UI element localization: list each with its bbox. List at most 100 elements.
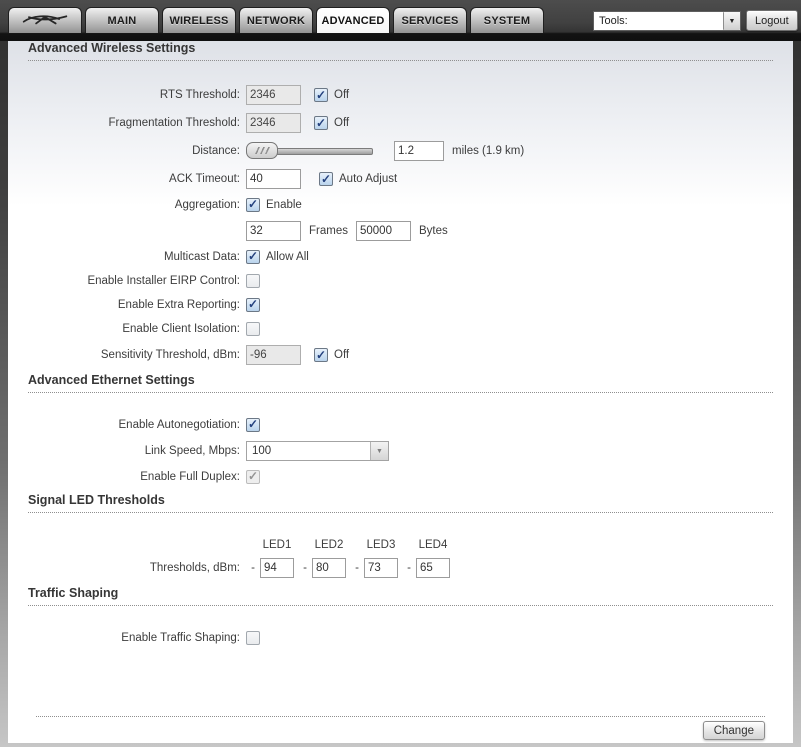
link-speed-value: 100	[252, 445, 272, 457]
distance-input[interactable]	[394, 141, 444, 161]
led3-group: -	[350, 558, 398, 578]
installer-eirp-row: Enable Installer EIRP Control:	[28, 273, 773, 288]
led2-group: -	[298, 558, 346, 578]
section-title-advanced-wireless: Advanced Wireless Settings	[28, 41, 773, 61]
aggregation-bytes-input[interactable]	[355, 221, 411, 241]
led1-group: -	[246, 558, 294, 578]
distance-slider-handle[interactable]	[246, 142, 278, 159]
autonegotiation-label: Enable Autonegotiation:	[118, 418, 241, 431]
sensitivity-threshold-input	[246, 345, 301, 365]
full-duplex-row: Enable Full Duplex:	[28, 469, 773, 484]
tab-services[interactable]: SERVICES	[393, 7, 467, 33]
extra-reporting-checkbox[interactable]	[246, 297, 260, 312]
tab-logo[interactable]	[8, 7, 82, 33]
aggregation-row: Aggregation: Enable	[28, 197, 773, 212]
tools-select-value: Tools:	[599, 15, 628, 27]
traffic-shaping-row: Enable Traffic Shaping:	[28, 630, 773, 645]
led-thresholds-label: Thresholds, dBm:	[149, 562, 240, 574]
change-button[interactable]: Change	[702, 721, 765, 740]
aggregation-frames-input[interactable]	[246, 221, 301, 241]
fragmentation-threshold-row: Fragmentation Threshold: Off	[28, 113, 773, 133]
led-thresholds-row: Thresholds, dBm: - - - -	[28, 558, 773, 578]
slider-grip-icon	[254, 147, 270, 154]
chevron-down-icon[interactable]: ▼	[723, 12, 740, 30]
aggregation-enable-checkbox[interactable]	[246, 197, 260, 212]
multicast-allow-all-checkbox[interactable]	[246, 249, 260, 264]
distance-slider[interactable]	[246, 142, 373, 160]
distance-label: Distance:	[192, 145, 240, 157]
traffic-shaping-form: Enable Traffic Shaping:	[28, 630, 773, 645]
tab-advanced[interactable]: ADVANCED	[316, 7, 390, 33]
full-duplex-checkbox	[246, 469, 260, 484]
aggregation-frames-row: Frames Bytes	[28, 221, 773, 241]
chevron-down-icon[interactable]: ▼	[370, 442, 388, 460]
led3-threshold-input[interactable]	[364, 558, 398, 578]
ubiquiti-logo-icon	[20, 11, 70, 30]
top-navigation-bar: MAIN WIRELESS NETWORK ADVANCED SERVICES …	[0, 0, 801, 41]
distance-unit-label: miles (1.9 km)	[452, 145, 525, 157]
aggregation-bytes-label: Bytes	[418, 225, 448, 237]
tab-system[interactable]: SYSTEM	[470, 7, 544, 33]
tools-select[interactable]: Tools: ▼	[593, 11, 741, 31]
ack-timeout-row: ACK Timeout: Auto Adjust	[28, 169, 773, 189]
distance-row: Distance: miles (1.9 km)	[28, 141, 773, 161]
rts-threshold-label: RTS Threshold:	[159, 89, 240, 101]
led-column-headers: LED1 LED2 LED3 LED4	[246, 539, 773, 551]
rts-off-checkbox[interactable]	[314, 88, 328, 102]
sensitivity-threshold-label: Sensitivity Threshold, dBm:	[100, 349, 240, 361]
led2-column-label: LED2	[314, 539, 344, 551]
sensitivity-off-checkbox[interactable]	[314, 348, 328, 362]
ack-timeout-label: ACK Timeout:	[169, 173, 240, 185]
led1-column-label: LED1	[262, 539, 292, 551]
led3-column-label: LED3	[366, 539, 396, 551]
traffic-shaping-checkbox[interactable]	[246, 630, 260, 645]
led4-column-label: LED4	[418, 539, 448, 551]
tab-wireless[interactable]: WIRELESS	[162, 7, 236, 33]
led3-minus-sign: -	[355, 562, 359, 574]
client-isolation-row: Enable Client Isolation:	[28, 321, 773, 336]
fragmentation-threshold-input	[246, 113, 301, 133]
logout-button[interactable]: Logout	[746, 10, 798, 31]
multicast-allow-all-label: Allow All	[266, 250, 309, 263]
aggregation-enable-label: Enable	[266, 198, 302, 211]
footer-bar: Change	[36, 715, 765, 740]
led4-group: -	[402, 558, 450, 578]
ack-auto-adjust-checkbox[interactable]	[319, 172, 333, 186]
fragmentation-threshold-label: Fragmentation Threshold:	[108, 117, 240, 129]
client-isolation-label: Enable Client Isolation:	[122, 322, 240, 335]
autonegotiation-row: Enable Autonegotiation:	[28, 417, 773, 432]
autonegotiation-checkbox[interactable]	[246, 417, 260, 432]
multicast-data-row: Multicast Data: Allow All	[28, 249, 773, 264]
section-title-traffic-shaping: Traffic Shaping	[28, 586, 773, 606]
rts-off-label: Off	[334, 89, 350, 101]
link-speed-select[interactable]: 100 ▼	[246, 441, 389, 461]
extra-reporting-row: Enable Extra Reporting:	[28, 297, 773, 312]
installer-eirp-checkbox[interactable]	[246, 273, 260, 288]
link-speed-label: Link Speed, Mbps:	[144, 445, 240, 457]
sensitivity-threshold-row: Sensitivity Threshold, dBm: Off	[28, 345, 773, 365]
multicast-data-label: Multicast Data:	[163, 250, 240, 263]
section-title-signal-led: Signal LED Thresholds	[28, 493, 773, 513]
fragmentation-off-checkbox[interactable]	[314, 116, 328, 130]
advanced-ethernet-form: Enable Autonegotiation: Link Speed, Mbps…	[28, 417, 773, 484]
aggregation-label: Aggregation:	[174, 198, 240, 211]
ack-timeout-input[interactable]	[246, 169, 301, 189]
tab-network[interactable]: NETWORK	[239, 7, 313, 33]
rts-threshold-input	[246, 85, 301, 105]
advanced-wireless-form: RTS Threshold: Off Fragmentation Thresho…	[28, 85, 773, 365]
extra-reporting-label: Enable Extra Reporting:	[117, 298, 240, 311]
link-speed-row: Link Speed, Mbps: 100 ▼	[28, 441, 773, 461]
tab-main[interactable]: MAIN	[85, 7, 159, 33]
led4-minus-sign: -	[407, 562, 411, 574]
rts-threshold-row: RTS Threshold: Off	[28, 85, 773, 105]
installer-eirp-label: Enable Installer EIRP Control:	[87, 274, 240, 287]
led4-threshold-input[interactable]	[416, 558, 450, 578]
section-title-advanced-ethernet: Advanced Ethernet Settings	[28, 373, 773, 393]
ack-auto-adjust-label: Auto Adjust	[339, 173, 398, 185]
led1-threshold-input[interactable]	[260, 558, 294, 578]
aggregation-frames-label: Frames	[309, 225, 348, 237]
led2-threshold-input[interactable]	[312, 558, 346, 578]
traffic-shaping-label: Enable Traffic Shaping:	[121, 631, 240, 644]
client-isolation-checkbox[interactable]	[246, 321, 260, 336]
tab-strip: MAIN WIRELESS NETWORK ADVANCED SERVICES …	[8, 7, 544, 33]
